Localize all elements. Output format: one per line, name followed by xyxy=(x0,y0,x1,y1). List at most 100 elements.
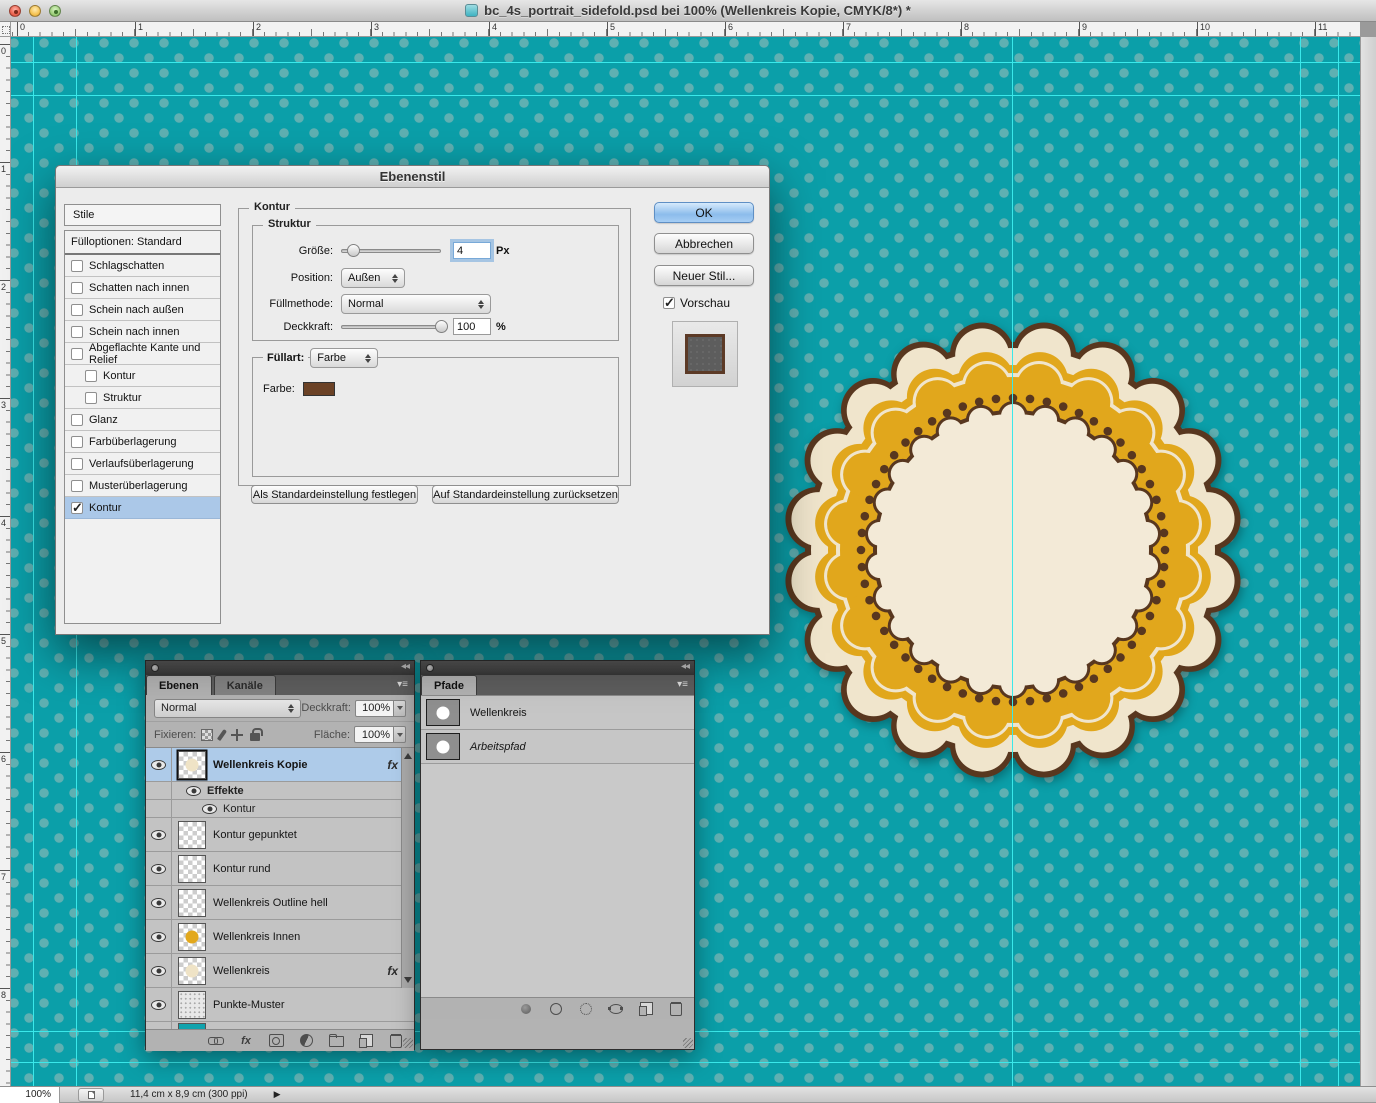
layer-name[interactable]: Wellenkreis Innen xyxy=(213,931,414,943)
eye-icon[interactable] xyxy=(151,830,166,840)
layer-opacity-value[interactable]: 100% xyxy=(355,700,394,717)
guide-vertical[interactable] xyxy=(1300,37,1301,1086)
slider-thumb[interactable] xyxy=(435,320,448,333)
guide-horizontal[interactable] xyxy=(11,95,1360,96)
adjustment-layer-icon[interactable] xyxy=(298,1034,314,1048)
stroke-path-icon[interactable] xyxy=(548,1002,564,1016)
list-item-contour[interactable]: Kontur xyxy=(65,365,220,387)
link-layers-icon[interactable] xyxy=(208,1034,224,1048)
layer-row-wellenkreis-outline-hell[interactable]: Wellenkreis Outline hell xyxy=(146,886,414,920)
layer-name[interactable]: Kontur rund xyxy=(213,863,414,875)
list-item-stroke-selected[interactable]: Kontur xyxy=(65,497,220,519)
fill-dropdown-icon[interactable] xyxy=(394,726,406,743)
layer-list-scrollbar[interactable] xyxy=(401,748,414,988)
path-thumbnail[interactable] xyxy=(426,733,460,760)
path-name[interactable]: Arbeitspfad xyxy=(470,741,526,753)
reset-default-button[interactable]: Auf Standardeinstellung zurücksetzen xyxy=(432,485,619,504)
layer-mask-icon[interactable] xyxy=(268,1034,284,1048)
layer-style-icon[interactable]: fx xyxy=(238,1034,254,1048)
delete-path-icon[interactable] xyxy=(668,1002,684,1016)
panel-menu-icon[interactable]: ▾≡ xyxy=(677,679,688,690)
eye-icon[interactable] xyxy=(151,1000,166,1010)
lock-transparency-icon[interactable] xyxy=(201,729,213,741)
tab-pfade[interactable]: Pfade xyxy=(421,675,477,695)
effects-row[interactable]: Effekte xyxy=(146,782,414,800)
list-item-inner-shadow[interactable]: Schatten nach innen xyxy=(65,277,220,299)
list-item-drop-shadow[interactable]: Schlagschatten xyxy=(65,255,220,277)
size-slider[interactable] xyxy=(341,244,441,257)
lock-pixels-icon[interactable] xyxy=(217,728,227,740)
new-group-icon[interactable] xyxy=(328,1034,344,1048)
slider-track[interactable] xyxy=(341,325,441,329)
ok-button[interactable]: OK xyxy=(654,202,754,223)
list-item-outer-glow[interactable]: Schein nach außen xyxy=(65,299,220,321)
cancel-button[interactable]: Abbrechen xyxy=(654,233,754,254)
guide-vertical[interactable] xyxy=(33,37,34,1086)
checkbox[interactable] xyxy=(71,436,83,448)
path-thumbnail[interactable] xyxy=(426,699,460,726)
fx-badge-icon[interactable]: fx xyxy=(387,758,398,772)
collapse-panel-icon[interactable]: ◂◂ xyxy=(681,661,689,672)
checkbox[interactable] xyxy=(71,260,83,272)
layer-thumbnail[interactable] xyxy=(178,751,206,779)
layer-row-wellenkreis-innen[interactable]: Wellenkreis Innen xyxy=(146,920,414,954)
checkbox[interactable] xyxy=(85,370,97,382)
layer-blendmode-select[interactable]: Normal xyxy=(154,699,301,718)
panel-close-icon[interactable] xyxy=(426,664,434,672)
layer-thumbnail[interactable] xyxy=(178,991,206,1019)
layer-name[interactable]: Punkte-Muster xyxy=(213,999,414,1011)
layer-fill-value[interactable]: 100% xyxy=(354,726,394,743)
delete-layer-icon[interactable] xyxy=(388,1034,404,1048)
path-row-wellenkreis[interactable]: Wellenkreis xyxy=(421,696,694,730)
blendmode-select[interactable]: Normal xyxy=(341,294,491,314)
layer-row-punkte-muster[interactable]: Punkte-Muster xyxy=(146,988,414,1022)
opacity-input[interactable] xyxy=(453,318,491,335)
eye-icon[interactable] xyxy=(151,932,166,942)
slider-thumb[interactable] xyxy=(347,244,360,257)
size-input[interactable] xyxy=(453,242,491,259)
guide-horizontal[interactable] xyxy=(11,62,1360,63)
layer-thumbnail[interactable] xyxy=(178,821,206,849)
opacity-dropdown-icon[interactable] xyxy=(394,700,406,717)
checkbox[interactable] xyxy=(71,348,83,360)
guide-vertical[interactable] xyxy=(1338,37,1339,1086)
new-path-icon[interactable] xyxy=(638,1002,654,1016)
eye-icon[interactable] xyxy=(186,786,201,796)
preview-checkbox-row[interactable]: Vorschau xyxy=(663,296,730,310)
layer-name[interactable]: Wellenkreis Kopie xyxy=(213,759,387,771)
visibility-cell[interactable] xyxy=(146,886,172,919)
filltype-select[interactable]: Farbe xyxy=(310,348,378,368)
guide-vertical[interactable] xyxy=(1012,37,1013,1086)
path-row-arbeitspfad[interactable]: Arbeitspfad xyxy=(421,730,694,764)
tab-kanaele[interactable]: Kanäle xyxy=(214,675,276,695)
layer-thumbnail[interactable] xyxy=(178,923,206,951)
horizontal-ruler[interactable]: 0 1 2 3 4 5 6 7 8 9 10 11 xyxy=(11,22,1360,37)
panel-resize-grip[interactable] xyxy=(403,1038,413,1048)
layer-thumbnail[interactable] xyxy=(178,855,206,883)
lock-position-icon[interactable] xyxy=(231,729,243,741)
visibility-cell[interactable] xyxy=(146,1022,172,1029)
preview-checkbox-checked[interactable] xyxy=(663,297,675,309)
effects-label[interactable]: Effekte xyxy=(207,785,244,797)
path-name[interactable]: Wellenkreis xyxy=(470,707,527,719)
panel-close-icon[interactable] xyxy=(151,664,159,672)
layer-row-wellenkreis[interactable]: Wellenkreis fx xyxy=(146,954,414,988)
layer-row-background-partial[interactable] xyxy=(146,1022,414,1029)
checkbox[interactable] xyxy=(71,458,83,470)
visibility-cell[interactable] xyxy=(146,852,172,885)
set-default-button[interactable]: Als Standardeinstellung festlegen xyxy=(251,485,418,504)
effect-kontur-label[interactable]: Kontur xyxy=(223,803,255,815)
window-titlebar[interactable]: bc_4s_portrait_sidefold.psd bei 100% (We… xyxy=(0,0,1376,22)
eye-icon[interactable] xyxy=(151,898,166,908)
list-item-blend-options[interactable]: Fülloptionen: Standard xyxy=(65,231,220,255)
layer-row-wellenkreis-kopie[interactable]: Wellenkreis Kopie fx xyxy=(146,748,414,782)
checkbox[interactable] xyxy=(71,282,83,294)
list-item-inner-glow[interactable]: Schein nach innen xyxy=(65,321,220,343)
new-layer-icon[interactable] xyxy=(358,1034,374,1048)
styles-header[interactable]: Stile xyxy=(64,204,221,226)
layer-name[interactable]: Wellenkreis Outline hell xyxy=(213,897,414,909)
layer-thumbnail[interactable] xyxy=(178,889,206,917)
eye-icon[interactable] xyxy=(151,760,166,770)
status-options-arrow-icon[interactable]: ▶ xyxy=(274,1089,281,1100)
checkbox-checked[interactable] xyxy=(71,502,83,514)
